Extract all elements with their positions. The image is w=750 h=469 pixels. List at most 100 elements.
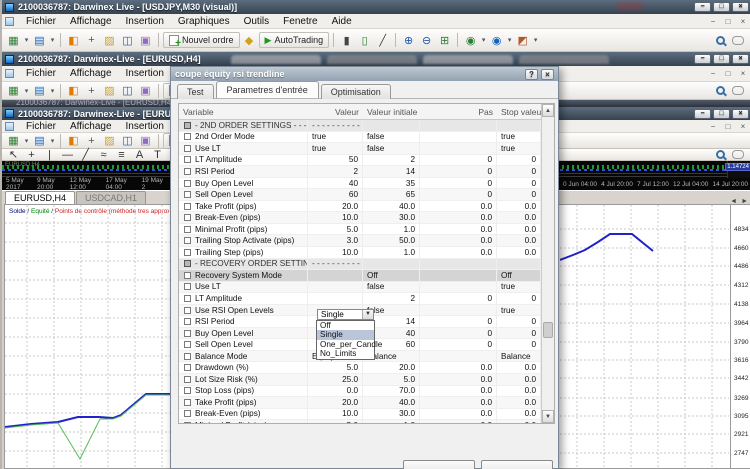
menu-item-affichage[interactable]: Affichage: [63, 68, 119, 79]
mdi-minimize-icon[interactable]: −: [708, 69, 718, 78]
zoom-out-icon[interactable]: ⊖: [418, 33, 435, 48]
close-icon[interactable]: ×: [732, 109, 749, 119]
dropdown-option-off[interactable]: Off: [317, 321, 374, 331]
param-checkbox[interactable]: [184, 191, 191, 198]
menu-item-affichage[interactable]: Affichage: [63, 16, 119, 27]
navigator-icon[interactable]: ◧: [65, 83, 82, 98]
dropdown-caret-icon[interactable]: ▾: [49, 33, 56, 48]
text-tool-icon[interactable]: A: [131, 147, 148, 162]
dropdown-caret-icon[interactable]: ▾: [49, 83, 56, 98]
data-window-icon[interactable]: ◫: [119, 83, 136, 98]
param-checkbox[interactable]: [184, 341, 191, 348]
param-row[interactable]: Lot Size Risk (%)25.05.00.00.0: [179, 374, 554, 386]
search-icon[interactable]: [716, 36, 725, 45]
menu-item-fichier[interactable]: Fichier: [19, 16, 63, 27]
param-checkbox[interactable]: [184, 156, 191, 163]
mdi-close-icon[interactable]: ×: [738, 17, 748, 26]
dropdown-caret-icon[interactable]: ▾: [506, 33, 513, 48]
chevron-down-icon[interactable]: ▼: [362, 310, 373, 319]
param-checkbox[interactable]: [184, 376, 191, 383]
dropdown-option-single[interactable]: Single: [317, 330, 374, 340]
help-icon[interactable]: ?: [525, 69, 538, 80]
dropdown-option-one_per_candle[interactable]: One_per_Candle: [317, 340, 374, 350]
navigator-icon[interactable]: ◧: [65, 33, 82, 48]
param-checkbox[interactable]: [184, 410, 191, 417]
close-icon[interactable]: ×: [541, 69, 554, 80]
menu-item-fichier[interactable]: Fichier: [19, 121, 63, 132]
chat-icon[interactable]: [732, 36, 744, 45]
menu-item-outils[interactable]: Outils: [237, 16, 277, 27]
tile-windows-icon[interactable]: ⊞: [436, 33, 453, 48]
minimize-icon[interactable]: −: [694, 109, 711, 119]
param-checkbox[interactable]: [184, 307, 191, 314]
chat-icon[interactable]: [732, 86, 744, 95]
mdi-close-icon[interactable]: ×: [738, 69, 748, 78]
dropdown-caret-icon[interactable]: ▾: [23, 83, 30, 98]
new-order-button[interactable]: Nouvel ordre: [163, 32, 240, 48]
mdi-minimize-icon[interactable]: −: [708, 122, 718, 131]
param-checkbox[interactable]: [184, 203, 191, 210]
param-row[interactable]: Minimal Profit (pips)5.01.00.00.0: [179, 224, 554, 236]
param-checkbox[interactable]: [184, 272, 191, 279]
data-window-icon[interactable]: ◫: [119, 133, 136, 148]
new-chart-icon[interactable]: ▦: [5, 83, 22, 98]
mdi-restore-icon[interactable]: □: [723, 69, 733, 78]
param-checkbox[interactable]: [184, 260, 191, 267]
param-row[interactable]: Break-Even (pips)10.030.00.00.0: [179, 212, 554, 224]
trendline-icon[interactable]: ╱: [77, 147, 94, 162]
dropdown-caret-icon[interactable]: ▾: [49, 133, 56, 148]
maximize-icon[interactable]: □: [713, 54, 730, 64]
param-row[interactable]: Use LTtruefalsetrue: [179, 143, 554, 155]
colors-icon[interactable]: ◩: [514, 33, 531, 48]
dropdown-caret-icon[interactable]: ▾: [480, 33, 487, 48]
candlestick-icon[interactable]: ▯: [356, 33, 373, 48]
param-row[interactable]: Take Profit (pips)20.040.00.00.0: [179, 201, 554, 213]
scrollbar-thumb[interactable]: [543, 322, 553, 338]
strategy-tester-icon[interactable]: ▣: [137, 83, 154, 98]
param-row[interactable]: RSI Period21400: [179, 166, 554, 178]
menu-item-fichier[interactable]: Fichier: [19, 68, 63, 79]
chat-icon[interactable]: [732, 150, 744, 159]
param-checkbox[interactable]: [184, 168, 191, 175]
experts-icon[interactable]: ◆: [241, 33, 258, 48]
templates-icon[interactable]: ▨: [101, 133, 118, 148]
minimize-icon[interactable]: −: [694, 2, 711, 12]
equidistant-channel-icon[interactable]: ≈: [95, 147, 112, 162]
param-checkbox[interactable]: [184, 249, 191, 256]
param-row[interactable]: - 2ND ORDER SETTINGS - - - - - -- - - - …: [179, 120, 554, 132]
periods-icon[interactable]: ◉: [488, 33, 505, 48]
dialog-titlebar[interactable]: coupe équity rsi trendline ? ×: [171, 67, 558, 81]
dropdown-caret-icon[interactable]: ▾: [23, 133, 30, 148]
chart-tab-usdcad,h1[interactable]: USDCAD,H1: [76, 191, 146, 204]
menu-item-aide[interactable]: Aide: [325, 16, 359, 27]
dialog-button-2[interactable]: [481, 460, 553, 469]
param-checkbox[interactable]: [184, 226, 191, 233]
param-checkbox[interactable]: [184, 353, 191, 360]
dropdown-option-no_limits[interactable]: No_Limits: [317, 349, 374, 359]
bar-chart-icon[interactable]: ▮: [338, 33, 355, 48]
search-icon[interactable]: [716, 86, 725, 95]
label-tool-icon[interactable]: T: [149, 147, 166, 162]
mdi-minimize-icon[interactable]: −: [708, 17, 718, 26]
profiles-icon[interactable]: ▤: [31, 33, 48, 48]
param-row[interactable]: Recovery System ModeOffOff: [179, 270, 554, 282]
param-row[interactable]: Buy Open Level403500: [179, 178, 554, 190]
scroll-up-icon[interactable]: ▲: [542, 104, 554, 117]
vertical-scrollbar[interactable]: ▲ ▼: [541, 104, 554, 423]
scroll-down-icon[interactable]: ▼: [542, 410, 554, 423]
param-row[interactable]: Break-Even (pips)10.030.00.00.0: [179, 409, 554, 421]
param-checkbox[interactable]: [184, 283, 191, 290]
param-row[interactable]: Take Profit (pips)20.040.00.00.0: [179, 397, 554, 409]
param-row[interactable]: 2nd Order Modetruefalsetrue: [179, 132, 554, 144]
templates-icon[interactable]: ▨: [101, 33, 118, 48]
menu-item-fenetre[interactable]: Fenetre: [276, 16, 324, 27]
param-checkbox[interactable]: [184, 422, 191, 424]
param-row[interactable]: Sell Open Level606500: [179, 189, 554, 201]
param-checkbox[interactable]: [184, 214, 191, 221]
param-row[interactable]: LT Amplitude200: [179, 293, 554, 305]
param-checkbox[interactable]: [184, 295, 191, 302]
dialog-button-1[interactable]: [403, 460, 475, 469]
param-row[interactable]: LT Amplitude50200: [179, 155, 554, 167]
new-chart-icon[interactable]: ▦: [5, 133, 22, 148]
dialog-tab-parametres-d-entr-e[interactable]: Parametres d'entrée: [216, 81, 319, 98]
